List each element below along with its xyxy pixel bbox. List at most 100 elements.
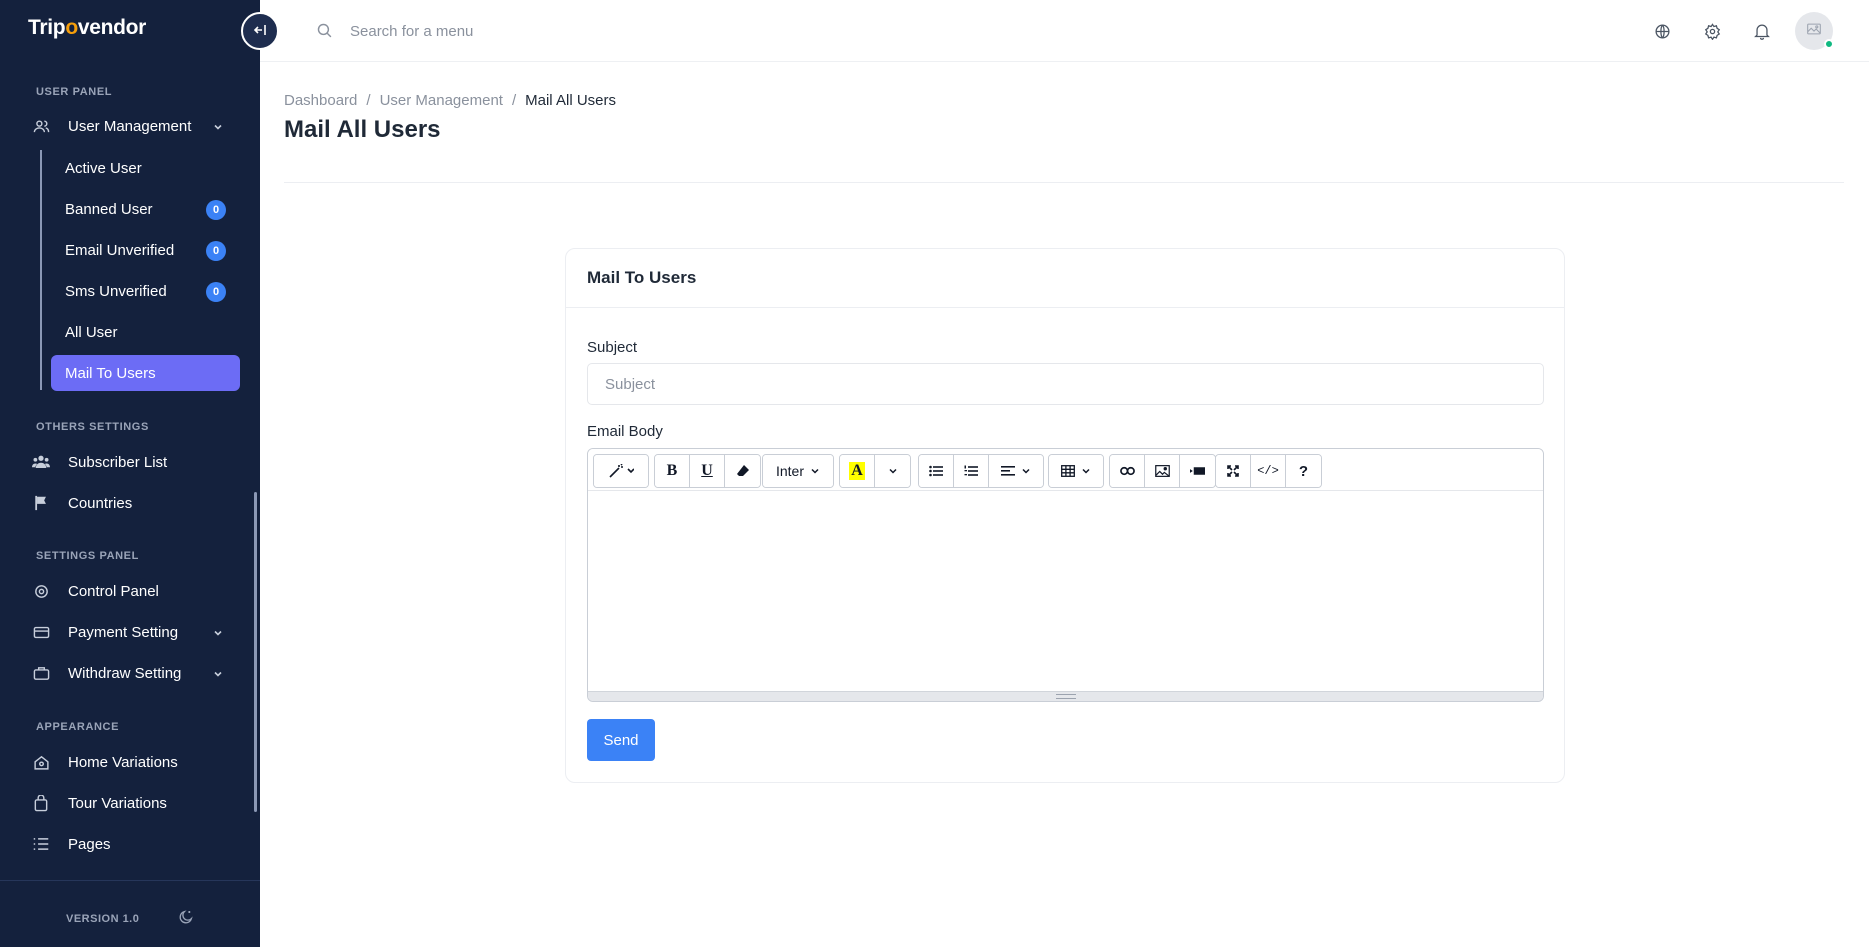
- top-bar: [260, 0, 1869, 62]
- toolbar-group-insert: [1109, 454, 1216, 488]
- font-name: Inter: [775, 463, 804, 479]
- gear-icon: [32, 582, 50, 600]
- email-body-editor[interactable]: [588, 491, 1543, 691]
- toolbar-group-style: [593, 454, 649, 488]
- sidebar-item-email-unverified[interactable]: Email Unverified 0: [51, 232, 240, 268]
- sidebar-item-subscriber-list[interactable]: Subscriber List: [32, 446, 238, 478]
- sidebar-item-control-panel[interactable]: Control Panel: [32, 575, 238, 607]
- sidebar-item-label: Control Panel: [68, 582, 159, 600]
- sidebar-scrollbar[interactable]: [254, 492, 257, 812]
- gear-icon[interactable]: [1702, 21, 1722, 41]
- briefcase-icon: [32, 664, 50, 682]
- editor-toolbar: B U Inter A </> ?: [588, 449, 1543, 491]
- sidebar-item-label: User Management: [68, 117, 192, 135]
- avatar[interactable]: [1795, 12, 1834, 50]
- home-icon: [32, 753, 50, 771]
- chevron-down-icon: [212, 667, 224, 684]
- subject-label: Subject: [587, 339, 638, 356]
- section-title-settings-panel: SETTINGS PANEL: [36, 550, 139, 562]
- rich-text-editor: B U Inter A </> ?: [587, 448, 1544, 702]
- bell-icon[interactable]: [1752, 21, 1772, 41]
- sidebar-item-user-management[interactable]: User Management: [32, 110, 238, 142]
- sidebar-item-pages[interactable]: Pages: [32, 828, 238, 860]
- mail-form-card: Mail To Users Subject Email Body B U Int…: [565, 248, 1565, 783]
- search-input[interactable]: [350, 16, 750, 46]
- sidebar-item-all-user[interactable]: All User: [51, 314, 240, 350]
- sidebar-item-label: Home Variations: [68, 753, 178, 771]
- sidebar-item-label: All User: [65, 323, 118, 341]
- users-group-icon: [32, 453, 50, 471]
- sidebar-item-mail-to-users[interactable]: Mail To Users: [51, 355, 240, 391]
- sidebar-item-label: Payment Setting: [68, 623, 179, 641]
- bold-button[interactable]: B: [655, 455, 690, 487]
- brand-name-o: o: [65, 16, 78, 39]
- version-label: VERSION 1.0: [66, 913, 140, 925]
- page-title: Mail All Users: [284, 116, 441, 143]
- fullscreen-icon[interactable]: [1216, 455, 1251, 487]
- toolbar-group-table: [1048, 454, 1104, 488]
- sidebar-item-sms-unverified[interactable]: Sms Unverified 0: [51, 273, 240, 309]
- chevron-down-icon: [212, 120, 224, 137]
- brand-name-suffix: vendor: [77, 16, 147, 39]
- brand-name-prefix: Trip: [28, 16, 66, 39]
- underline-button[interactable]: U: [690, 455, 725, 487]
- wallet-icon: [32, 623, 50, 641]
- sidebar-item-home-variations[interactable]: Home Variations: [32, 746, 238, 778]
- sidebar-item-label: Pages: [68, 835, 111, 853]
- sidebar-item-label: Subscriber List: [68, 453, 168, 471]
- collapse-left-icon: [253, 23, 267, 39]
- eraser-icon[interactable]: [725, 455, 760, 487]
- editor-resize-handle[interactable]: [588, 691, 1543, 701]
- count-badge: 0: [206, 282, 226, 302]
- image-icon[interactable]: [1145, 455, 1180, 487]
- sidebar-item-withdraw-setting[interactable]: Withdraw Setting: [32, 657, 238, 689]
- link-icon[interactable]: [1110, 455, 1145, 487]
- breadcrumb-user-management[interactable]: User Management: [380, 92, 503, 109]
- users-icon: [32, 117, 50, 135]
- breadcrumb-current: Mail All Users: [525, 92, 616, 109]
- sidebar-item-tour-variations[interactable]: Tour Variations: [32, 787, 238, 819]
- subject-input[interactable]: [587, 363, 1544, 405]
- count-badge: 0: [206, 241, 226, 261]
- card-title: Mail To Users: [566, 249, 1564, 308]
- highlight-color-button[interactable]: A: [840, 455, 875, 487]
- sidebar-item-label: Withdraw Setting: [68, 664, 182, 682]
- divider: [284, 182, 1844, 183]
- style-dropdown-button[interactable]: [594, 455, 648, 487]
- video-icon[interactable]: [1180, 455, 1215, 487]
- sidebar-item-label: Email Unverified: [65, 241, 175, 259]
- collapse-sidebar-button[interactable]: [241, 12, 279, 50]
- sidebar-footer: VERSION 1.0: [0, 880, 260, 947]
- code-view-icon[interactable]: </>: [1251, 455, 1286, 487]
- flag-icon: [32, 494, 50, 512]
- sidebar-item-banned-user[interactable]: Banned User 0: [51, 191, 240, 227]
- email-body-label: Email Body: [587, 423, 663, 440]
- toolbar-group-color: A: [839, 454, 911, 488]
- online-status-dot: [1824, 39, 1834, 49]
- sidebar: Tripovendor USER PANEL User Management A…: [0, 0, 260, 947]
- color-dropdown-button[interactable]: [875, 455, 910, 487]
- brand-logo[interactable]: Tripovendor: [28, 16, 146, 40]
- sidebar-item-payment-setting[interactable]: Payment Setting: [32, 616, 238, 648]
- sidebar-item-label: Active User: [65, 159, 142, 177]
- sidebar-item-label: Banned User: [65, 200, 153, 218]
- sidebar-item-label: Mail To Users: [65, 364, 156, 382]
- font-family-dropdown[interactable]: Inter: [763, 455, 833, 487]
- section-title-user-panel: USER PANEL: [36, 86, 113, 98]
- breadcrumb-dashboard[interactable]: Dashboard: [284, 92, 357, 109]
- sidebar-item-countries[interactable]: Countries: [32, 487, 238, 519]
- bullet-list-icon[interactable]: [919, 455, 954, 487]
- align-dropdown-button[interactable]: [989, 455, 1043, 487]
- send-button[interactable]: Send: [587, 719, 655, 761]
- table-dropdown-button[interactable]: [1049, 455, 1103, 487]
- subnav-line: [40, 150, 42, 390]
- help-icon[interactable]: ?: [1286, 455, 1321, 487]
- sidebar-item-label: Sms Unverified: [65, 282, 167, 300]
- numbered-list-icon[interactable]: [954, 455, 989, 487]
- bag-icon: [32, 794, 50, 812]
- breadcrumb-separator: /: [366, 92, 371, 109]
- search-icon: [316, 22, 333, 44]
- globe-icon[interactable]: [1652, 21, 1672, 41]
- moon-icon[interactable]: [178, 909, 194, 930]
- sidebar-item-active-user[interactable]: Active User: [51, 150, 240, 186]
